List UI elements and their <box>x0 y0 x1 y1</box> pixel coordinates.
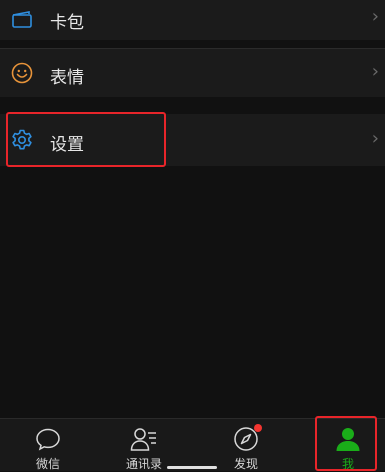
notification-dot <box>254 424 262 432</box>
tab-chats[interactable]: 微信 <box>0 419 96 472</box>
home-indicator <box>167 466 217 469</box>
compass-icon <box>232 424 262 453</box>
chevron-right-icon: › <box>371 128 379 149</box>
tab-discover[interactable]: 发现 <box>198 419 294 472</box>
smiley-icon <box>10 61 34 85</box>
settings-highlight-box <box>6 112 166 167</box>
tab-label: 通讯录 <box>125 457 162 471</box>
menu-item-label: 卡包 <box>50 13 84 33</box>
menu-item-card-wallet[interactable]: 卡包 › <box>0 0 385 40</box>
chevron-right-icon: › <box>371 61 379 82</box>
chat-bubble-icon <box>34 425 62 453</box>
tab-contacts[interactable]: 通讯录 <box>96 419 192 472</box>
contacts-icon <box>130 425 158 453</box>
chevron-right-icon: › <box>371 6 379 27</box>
menu-item-label: 表情 <box>50 68 84 88</box>
me-tab-highlight-box <box>315 416 377 471</box>
menu-item-stickers[interactable]: 表情 › <box>0 49 385 97</box>
tab-label: 发现 <box>233 457 258 471</box>
tab-label: 微信 <box>35 457 60 471</box>
wallet-card-icon <box>10 8 34 32</box>
